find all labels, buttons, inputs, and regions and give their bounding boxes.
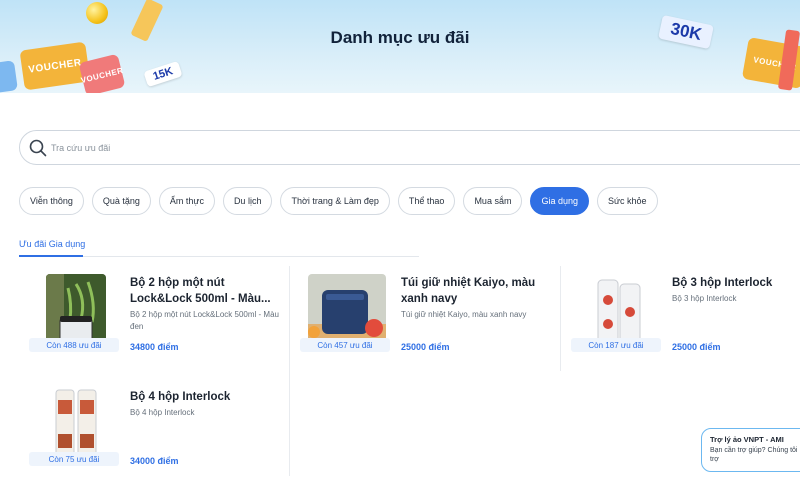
tag-15k: 15K [143,60,183,88]
search-input[interactable] [51,142,451,153]
product-subtitle: Bộ 4 hộp Interlock [130,408,195,417]
search-icon [29,139,47,156]
category-chip-thoi-trang[interactable]: Thời trang & Làm đẹp [280,187,390,215]
category-chips: Viễn thông Quà tặng Ẩm thực Du lịch Thời… [19,187,658,215]
virtual-assistant-widget[interactable]: Trợ lý ảo VNPT - AMI Bạn cần trợ giúp? C… [701,428,800,472]
tag-15k-label: 15K [151,65,175,83]
category-chip-suc-khoe[interactable]: Sức khỏe [596,187,658,215]
product-price: 34000 điểm [130,456,179,466]
stock-badge: Còn 187 ưu đãi [571,338,661,352]
category-chip-gia-dung[interactable]: Gia dụng [530,187,589,215]
product-price: 34800 điểm [130,342,179,352]
category-chip-du-lich[interactable]: Du lịch [222,187,273,215]
voucher-label: VOUCHER [79,65,125,85]
product-subtitle: Bộ 3 hộp Interlock [672,294,737,303]
tag-30k-label: 30K [668,18,704,45]
coin-icon [86,2,108,24]
product-card[interactable]: Còn 457 ưu đãi Túi giữ nhiệt Kaiyo, màu … [290,266,560,371]
assistant-title: Trợ lý ảo VNPT - AMI [710,435,784,444]
product-card[interactable]: Còn 488 ưu đãi Bộ 2 hộp một nút Lock&Loc… [19,266,289,371]
product-subtitle: Túi giữ nhiệt Kaiyo, màu xanh navy [401,310,527,319]
header-banner: VOUCHER VOUCHER 15K Danh mục ưu đãi 30K … [0,0,800,93]
assistant-message: Bạn cần trợ giúp? Chúng tôi trợ [710,447,798,463]
product-subtitle: Bộ 2 hộp một nút Lock&Lock 500ml - Màu đ… [130,310,279,331]
category-chip-the-thao[interactable]: Thể thao [397,187,456,215]
category-chip-am-thuc[interactable]: Ẩm thực [158,187,215,215]
product-card[interactable]: Còn 75 ưu đãi Bộ 4 hộp Interlock Bộ 4 hộ… [19,380,289,485]
product-price: 25000 điểm [401,342,450,352]
product-price: 25000 điểm [672,342,721,352]
voucher-decoration-edge [0,60,18,93]
search-bar[interactable] [19,130,800,165]
stock-badge: Còn 457 ưu đãi [300,338,390,352]
product-title[interactable]: Túi giữ nhiệt Kaiyo, màu xanh navy [401,275,551,307]
product-title[interactable]: Bộ 4 hộp Interlock [130,389,280,405]
category-chip-vien-thong[interactable]: Viễn thông [19,187,84,215]
tab-uu-dai-gia-dung[interactable]: Ưu đãi Gia dụng [19,239,85,255]
product-title[interactable]: Bộ 2 hộp một nút Lock&Lock 500ml - Màu..… [130,275,280,307]
category-chip-mua-sam[interactable]: Mua sắm [463,187,523,215]
product-card[interactable]: Còn 187 ưu đãi Bộ 3 hộp Interlock Bộ 3 h… [561,266,800,371]
voucher-label: VOUCHER [27,56,83,76]
section-tab-indicator [19,255,83,257]
stock-badge: Còn 75 ưu đãi [29,452,119,466]
stock-badge: Còn 488 ưu đãi [29,338,119,352]
category-chip-qua-tang[interactable]: Quà tặng [91,187,151,215]
product-title[interactable]: Bộ 3 hộp Interlock [672,275,800,291]
